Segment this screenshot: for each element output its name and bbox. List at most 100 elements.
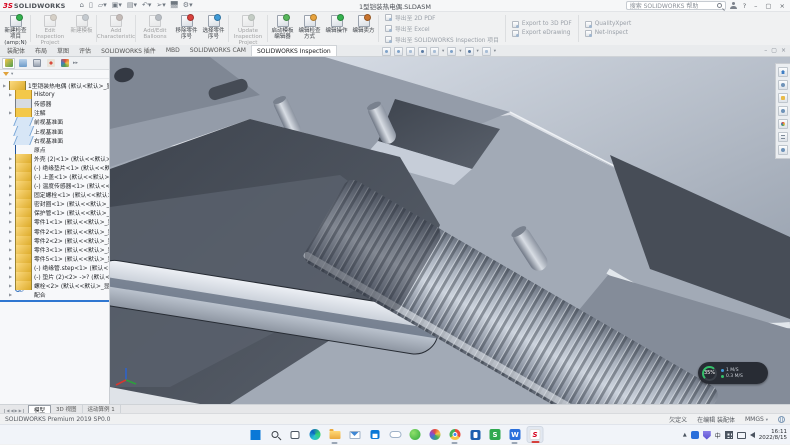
- tree-item-component[interactable]: ▶(-) 绝缘垫片<1> (默认<<默认>_显: [0, 163, 109, 172]
- display-tray-icon[interactable]: [737, 432, 746, 439]
- tree-item-mates[interactable]: ▶配合: [0, 290, 109, 299]
- browser-360-button[interactable]: [407, 426, 424, 443]
- custom-properties-icon[interactable]: [778, 132, 788, 142]
- tab-layout[interactable]: 布局: [30, 45, 52, 56]
- 3d-views-tab[interactable]: 3D 视图: [51, 405, 82, 413]
- browser-ball-button[interactable]: [427, 426, 444, 443]
- expand-arrow-icon[interactable]: ▶: [9, 210, 13, 215]
- add-edit-balloons-button[interactable]: Add/Edit Balloons: [137, 13, 173, 44]
- taskbar-clock[interactable]: 16:11 2022/8/15: [759, 429, 787, 442]
- appearance-icon[interactable]: [465, 47, 474, 56]
- new-inspection-project-button[interactable]: 新建检查项目 (amp;N): [2, 13, 29, 44]
- ime-indicator[interactable]: 中: [715, 431, 721, 440]
- property-manager-tab[interactable]: [16, 58, 29, 69]
- tree-item-component[interactable]: ▶零件2<2> (默认<<默认>_显示状态: [0, 236, 109, 245]
- tree-item-history[interactable]: ▶History: [0, 90, 109, 99]
- tree-item-component[interactable]: ▶零件2<1> (默认<<默认>_显示状态: [0, 227, 109, 236]
- globe-icon[interactable]: [778, 416, 785, 423]
- previous-view-icon[interactable]: [406, 47, 415, 56]
- tree-item-component[interactable]: ▶零件1<1> (默认<<默认>_显示状态: [0, 217, 109, 226]
- ime-grid-icon[interactable]: [725, 431, 733, 439]
- configuration-manager-tab[interactable]: [30, 58, 43, 69]
- cloud-app-button[interactable]: [387, 426, 404, 443]
- launch-template-editor-button[interactable]: 启动模板编辑器: [269, 13, 296, 44]
- open-file-icon[interactable]: ▱▾: [98, 1, 107, 10]
- panel-tabs-overflow-icon[interactable]: ▸▸: [73, 60, 78, 66]
- login-icon[interactable]: [730, 2, 737, 9]
- new-file-icon[interactable]: ▯: [89, 1, 93, 10]
- hidden-icons-chevron[interactable]: ▲: [683, 432, 687, 438]
- chrome-button[interactable]: [447, 426, 464, 443]
- security-shield-icon[interactable]: [703, 431, 711, 440]
- expand-arrow-icon[interactable]: ▶: [9, 165, 13, 170]
- remote-performance-overlay[interactable]: 35% 1 M/S 0.3 M/S: [698, 362, 768, 384]
- select-balloons-button[interactable]: 选择零件序号: [200, 13, 227, 44]
- expand-arrow-icon[interactable]: ▶: [9, 247, 13, 252]
- expand-arrow-icon[interactable]: ▶: [9, 183, 13, 188]
- tree-root[interactable]: ▶1型铠装热电偶 (默认<默认>_显示状态-1>: [0, 81, 109, 90]
- zoom-fit-icon[interactable]: [382, 47, 391, 56]
- export-excel-item[interactable]: 导出至 Excel: [385, 24, 499, 33]
- expand-arrow-icon[interactable]: ▶: [9, 256, 13, 261]
- s-app-button[interactable]: S: [487, 426, 504, 443]
- caret-icon[interactable]: ▾: [477, 49, 479, 54]
- expand-arrow-icon[interactable]: ▶: [9, 201, 13, 206]
- edit-operations-button[interactable]: 编辑操作: [323, 13, 350, 44]
- search-icon[interactable]: [717, 3, 722, 8]
- file-explorer-button[interactable]: [327, 426, 344, 443]
- feature-tree-tab[interactable]: [2, 58, 15, 69]
- expand-arrow-icon[interactable]: ▶: [9, 156, 13, 161]
- help-icon[interactable]: ?: [741, 2, 748, 10]
- select-icon[interactable]: ➢▾: [156, 1, 165, 10]
- expand-arrow-icon[interactable]: ▶: [9, 110, 13, 115]
- remove-balloons-button[interactable]: 移除零件序号: [173, 13, 200, 44]
- start-button[interactable]: [247, 426, 264, 443]
- tree-item-component[interactable]: ▶外壳 (2)<1> (默认<<默认>_显示状: [0, 154, 109, 163]
- tree-item-sensors[interactable]: 传感器: [0, 99, 109, 108]
- zoom-area-icon[interactable]: [394, 47, 403, 56]
- volume-icon[interactable]: [750, 432, 755, 438]
- tree-item-component[interactable]: ▶保护管<1> (默认<<默认>_显示状: [0, 208, 109, 217]
- store-button[interactable]: [367, 426, 384, 443]
- expand-arrow-icon[interactable]: ▶: [9, 292, 13, 297]
- caret-icon[interactable]: ▾: [459, 49, 461, 54]
- graphics-area[interactable]: 35% 1 M/S 0.3 M/S: [110, 57, 790, 404]
- taskbar-search-button[interactable]: [267, 426, 284, 443]
- tab-sketch[interactable]: 草图: [52, 45, 74, 56]
- display-manager-tab[interactable]: [58, 58, 71, 69]
- file-explorer-icon[interactable]: [778, 93, 788, 103]
- dimxpert-manager-tab[interactable]: [44, 58, 57, 69]
- section-view-icon[interactable]: [418, 47, 427, 56]
- close-button[interactable]: ×: [778, 2, 787, 10]
- view-orientation-icon[interactable]: [430, 47, 439, 56]
- edit-vendors-button[interactable]: 编辑卖方: [350, 13, 377, 44]
- expand-arrow-icon[interactable]: ▶: [9, 174, 13, 179]
- tree-item-component[interactable]: ▶密封圈<1> (默认<<默认>_显示状: [0, 199, 109, 208]
- mail-button[interactable]: [347, 426, 364, 443]
- edge-button[interactable]: [307, 426, 324, 443]
- expand-arrow-icon[interactable]: ▶: [9, 192, 13, 197]
- tab-inspection[interactable]: SOLIDWORKS Inspection: [251, 45, 337, 56]
- export-inspection-project-item[interactable]: 导出至 SOLIDWORKS Inspection 项目: [385, 35, 499, 44]
- tree-item-front-plane[interactable]: 前视基准面: [0, 117, 109, 126]
- model-tab[interactable]: 模型: [28, 405, 51, 413]
- minimize-button[interactable]: –: [752, 2, 759, 10]
- add-characteristic-button[interactable]: Add Characteristic: [98, 13, 134, 44]
- scene-icon[interactable]: [482, 47, 491, 56]
- qualityxpert-item[interactable]: QualityXpert: [585, 21, 632, 28]
- caret-icon[interactable]: ▾: [494, 49, 496, 54]
- expand-arrow-icon[interactable]: ▶: [9, 238, 13, 243]
- resources-home-icon[interactable]: [778, 67, 788, 77]
- appearances-icon[interactable]: [778, 119, 788, 129]
- tree-item-component[interactable]: ▶螺栓<2> (默认<<默认>_显示状态: [0, 281, 109, 290]
- home-icon[interactable]: ⌂: [80, 1, 84, 10]
- doc-restore-icon[interactable]: ▢: [771, 47, 777, 54]
- tree-item-component[interactable]: ▶(-) 绝缘管.step<1> (默认<<默认>: [0, 263, 109, 272]
- tree-item-component[interactable]: ▶(-) 温度传感器<1> (默认<<默认>_: [0, 181, 109, 190]
- restore-button[interactable]: ▢: [763, 2, 773, 10]
- save-icon[interactable]: ▣▾: [112, 1, 122, 10]
- solidworks-taskbar-button[interactable]: S: [527, 426, 544, 443]
- tree-item-right-plane[interactable]: 右视基准面: [0, 136, 109, 145]
- doc-close-icon[interactable]: ×: [781, 47, 786, 54]
- export-2d-pdf-item[interactable]: 导出至 2D PDF: [385, 13, 499, 22]
